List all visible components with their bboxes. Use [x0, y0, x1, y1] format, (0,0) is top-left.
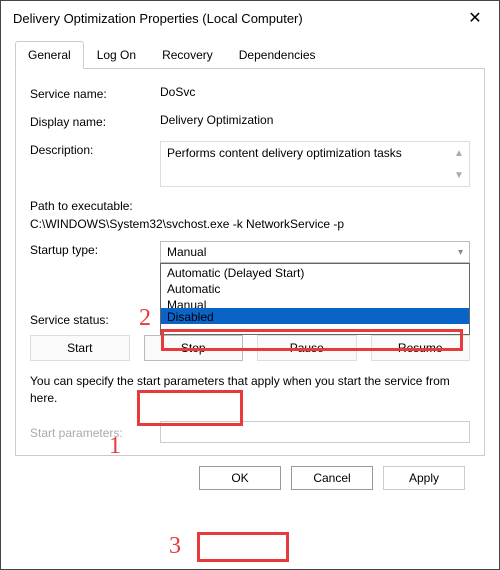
label-service-name: Service name:: [30, 85, 160, 101]
start-button: Start: [30, 335, 130, 361]
pause-button: Pause: [257, 335, 357, 361]
value-path: C:\WINDOWS\System32\svchost.exe -k Netwo…: [30, 217, 470, 231]
tab-recovery[interactable]: Recovery: [149, 41, 226, 69]
value-service-name: DoSvc: [160, 85, 470, 99]
tab-general[interactable]: General: [15, 41, 84, 69]
option-disabled[interactable]: Disabled: [161, 308, 469, 324]
scroll-down-icon[interactable]: ▼: [451, 166, 467, 184]
title-bar: Delivery Optimization Properties (Local …: [1, 1, 499, 35]
annotation-number-3: 3: [169, 533, 181, 560]
tab-strip: General Log On Recovery Dependencies: [15, 41, 485, 69]
tab-dependencies[interactable]: Dependencies: [226, 41, 329, 69]
option-automatic[interactable]: Automatic: [161, 280, 469, 296]
value-display-name: Delivery Optimization: [160, 113, 470, 127]
startup-selected: Manual: [167, 245, 206, 259]
stop-button[interactable]: Stop: [144, 335, 244, 361]
general-panel: Service name: DoSvc Display name: Delive…: [15, 69, 485, 456]
tab-logon[interactable]: Log On: [84, 41, 149, 69]
scroll-up-icon[interactable]: ▲: [451, 144, 467, 162]
label-startup: Startup type:: [30, 241, 160, 257]
label-path: Path to executable:: [30, 199, 470, 213]
close-icon[interactable]: ✕: [463, 8, 487, 28]
chevron-down-icon: ▾: [458, 247, 463, 258]
ok-button[interactable]: OK: [199, 466, 281, 490]
label-status: Service status:: [30, 311, 160, 327]
startup-type-select[interactable]: Manual ▾: [160, 241, 470, 263]
window-title: Delivery Optimization Properties (Local …: [13, 11, 303, 26]
description-box: Performs content delivery optimization t…: [160, 141, 470, 187]
annotation-box-ok: [197, 532, 289, 562]
startup-dropdown: Automatic (Delayed Start) Automatic Manu…: [160, 263, 470, 335]
start-params-input: [160, 421, 470, 443]
cancel-button[interactable]: Cancel: [291, 466, 373, 490]
value-description: Performs content delivery optimization t…: [167, 146, 402, 160]
dialog-buttons: OK Cancel Apply: [15, 456, 485, 490]
option-auto-delayed[interactable]: Automatic (Delayed Start): [161, 264, 469, 280]
label-start-params: Start parameters:: [30, 424, 160, 440]
content: General Log On Recovery Dependencies Ser…: [1, 35, 499, 502]
option-manual[interactable]: Manual: [161, 296, 469, 308]
option-overflow: [161, 324, 469, 334]
label-description: Description:: [30, 141, 160, 157]
note-text: You can specify the start parameters tha…: [30, 373, 470, 407]
resume-button: Resume: [371, 335, 471, 361]
apply-button: Apply: [383, 466, 465, 490]
label-display-name: Display name:: [30, 113, 160, 129]
